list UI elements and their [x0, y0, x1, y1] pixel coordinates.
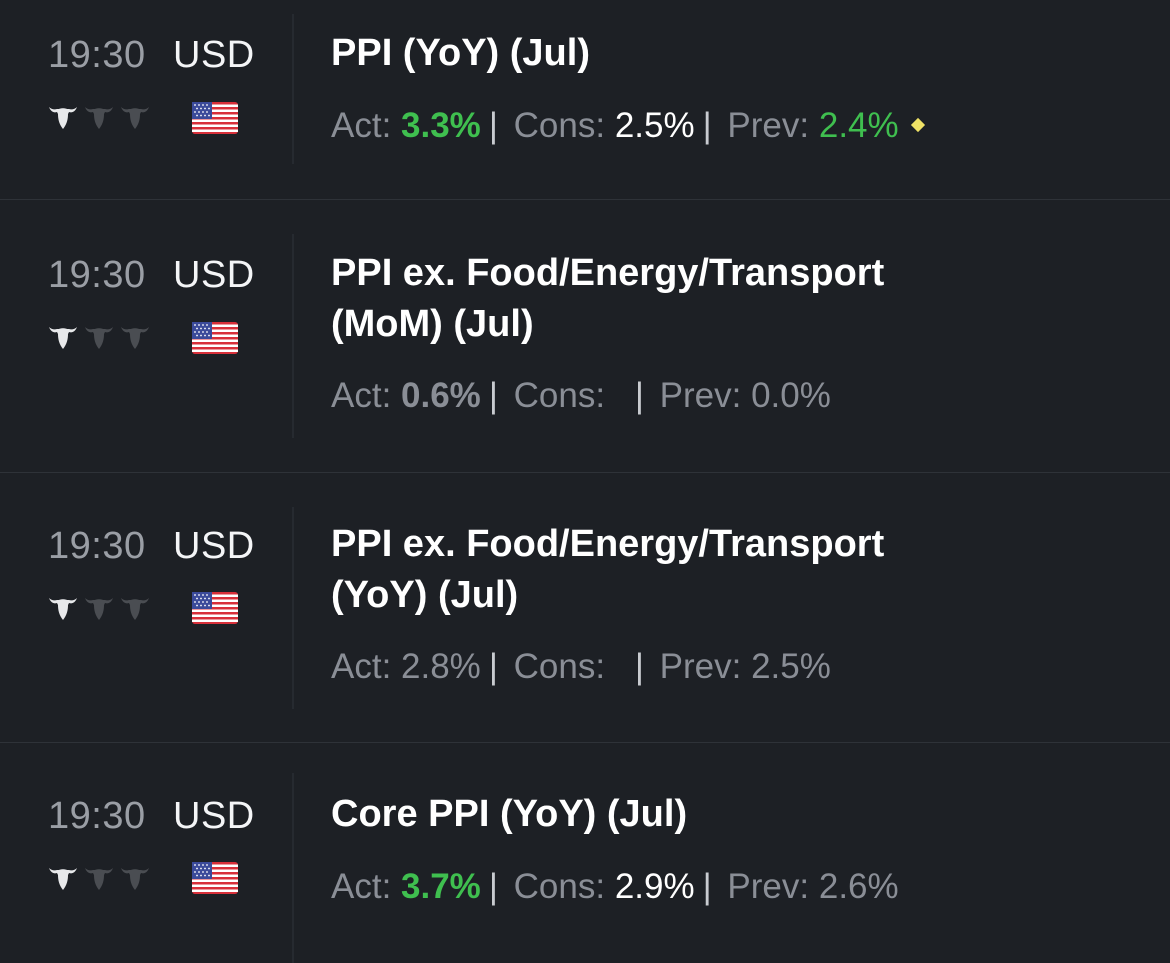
importance-rating — [48, 595, 150, 621]
actual-label: Act: — [331, 867, 392, 906]
previous-label: Prev: — [659, 376, 742, 415]
actual-value: 3.3% — [401, 106, 481, 145]
bull-icon — [120, 595, 150, 621]
bull-icon — [48, 865, 78, 891]
economic-calendar-list: 19:30 USD PPI (YoY) (Jul) Act: 3.3% | Con… — [0, 0, 1170, 963]
consensus-label: Cons: — [513, 376, 606, 415]
event-values: Act: 3.3% | Cons: 2.5% | Prev: 2.4% — [331, 106, 925, 146]
bull-icon — [48, 104, 78, 130]
separator: | — [702, 106, 712, 145]
event-time: 19:30 — [48, 34, 146, 76]
event-currency: USD — [173, 525, 255, 567]
bull-icon — [120, 324, 150, 350]
previous-value: 2.4% — [818, 106, 899, 145]
event-row[interactable]: 19:30 USD PPI (YoY) (Jul) Act: 3.3% | Con… — [0, 0, 1170, 200]
previous-value: 2.6% — [818, 867, 899, 906]
separator: | — [488, 376, 498, 415]
bull-icon — [84, 865, 114, 891]
bull-icon — [120, 865, 150, 891]
previous-value: 0.0% — [751, 376, 831, 415]
event-row[interactable]: 19:30 USD PPI ex. Food/Energy/Transport … — [0, 200, 1170, 473]
consensus-value: 2.9% — [614, 867, 695, 906]
event-title: PPI (YoY) (Jul) — [331, 32, 590, 74]
consensus-value: 2.5% — [614, 106, 695, 145]
separator: | — [702, 867, 712, 906]
event-currency: USD — [173, 795, 255, 837]
event-values: Act: 2.8% | Cons: | Prev: 2.5% — [331, 647, 831, 687]
separator: | — [634, 647, 644, 686]
event-currency: USD — [173, 254, 255, 296]
event-title: PPI ex. Food/Energy/Transport (MoM) (Jul… — [331, 252, 885, 345]
consensus-label: Cons: — [513, 647, 606, 686]
previous-label: Prev: — [659, 647, 742, 686]
bull-icon — [120, 104, 150, 130]
us-flag-icon — [192, 322, 238, 354]
importance-rating — [48, 865, 150, 891]
importance-rating — [48, 104, 150, 130]
event-row[interactable]: 19:30 USD Core PPI (YoY) (Jul) Act: 3.7%… — [0, 743, 1170, 963]
event-title: PPI ex. Food/Energy/Transport (YoY) (Jul… — [331, 523, 885, 616]
column-divider — [292, 14, 294, 164]
actual-label: Act: — [331, 106, 392, 145]
bull-icon — [84, 595, 114, 621]
importance-rating — [48, 324, 150, 350]
us-flag-icon — [192, 592, 238, 624]
separator: | — [488, 867, 498, 906]
event-row[interactable]: 19:30 USD PPI ex. Food/Energy/Transport … — [0, 473, 1170, 743]
separator: | — [634, 376, 644, 415]
bull-icon — [48, 324, 78, 350]
bull-icon — [84, 324, 114, 350]
event-title: Core PPI (YoY) (Jul) — [331, 793, 688, 835]
event-time: 19:30 — [48, 795, 146, 837]
bull-icon — [84, 104, 114, 130]
event-currency: USD — [173, 34, 255, 76]
separator: | — [488, 647, 498, 686]
consensus-label: Cons: — [513, 106, 606, 145]
event-values: Act: 0.6% | Cons: | Prev: 0.0% — [331, 376, 831, 416]
bull-icon — [48, 595, 78, 621]
previous-value: 2.5% — [751, 647, 831, 686]
actual-value: 3.7% — [401, 867, 481, 906]
event-time: 19:30 — [48, 254, 146, 296]
previous-label: Prev: — [727, 106, 810, 145]
column-divider — [292, 773, 294, 963]
separator: | — [488, 106, 498, 145]
us-flag-icon — [192, 102, 238, 134]
us-flag-icon — [192, 862, 238, 894]
actual-value: 2.8% — [401, 647, 481, 686]
column-divider — [292, 507, 294, 709]
actual-value: 0.6% — [401, 376, 481, 415]
previous-label: Prev: — [727, 867, 810, 906]
event-time: 19:30 — [48, 525, 146, 567]
actual-label: Act: — [331, 376, 392, 415]
diamond-icon — [910, 117, 925, 132]
event-values: Act: 3.7% | Cons: 2.9% | Prev: 2.6% — [331, 867, 899, 907]
actual-label: Act: — [331, 647, 392, 686]
column-divider — [292, 234, 294, 438]
consensus-label: Cons: — [513, 867, 606, 906]
